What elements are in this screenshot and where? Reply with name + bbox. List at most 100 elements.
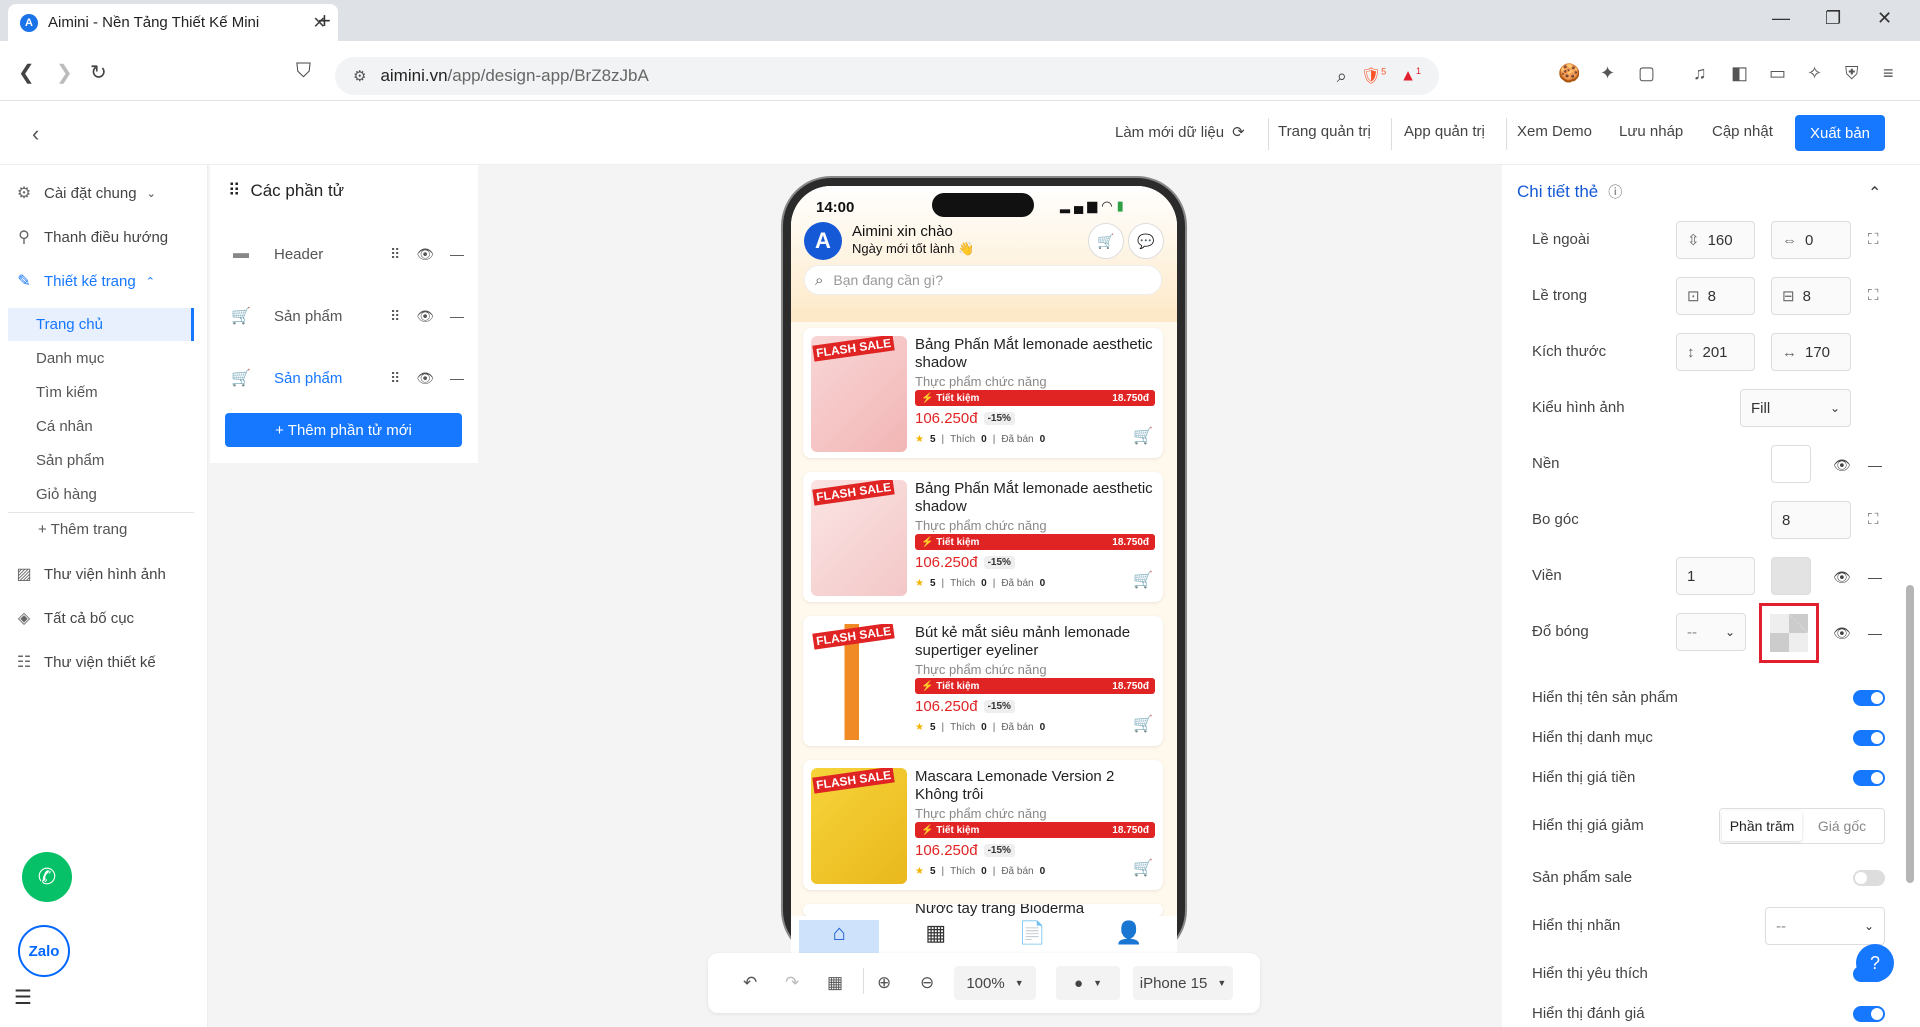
border-width-input[interactable]: 1	[1676, 557, 1755, 595]
phone-search-input[interactable]: ⌕ Bạn đang cần gì?	[804, 265, 1162, 295]
wallet-icon[interactable]: ▭	[1769, 63, 1786, 84]
width-input[interactable]: ↔ 170	[1771, 333, 1851, 371]
discount-percent-option[interactable]: Phần trăm	[1722, 811, 1802, 841]
url-bar[interactable]: ⚙ aimini.vn/app/design-app/BrZ8zJbA ⌕ 🛡5…	[335, 57, 1439, 95]
back-icon[interactable]: ❮	[18, 60, 35, 85]
eye-icon[interactable]: 👁	[1833, 625, 1851, 642]
eye-icon[interactable]: 👁	[416, 370, 434, 387]
show-product-name-toggle[interactable]	[1853, 690, 1885, 706]
expand-icon[interactable]: ⛶	[1868, 511, 1879, 528]
add-to-cart-icon[interactable]: 🛒	[1133, 426, 1153, 446]
sidebar-toggle-icon[interactable]: ◧	[1731, 63, 1748, 84]
admin-page-button[interactable]: Trang quản trị	[1278, 123, 1371, 140]
zoom-in-icon[interactable]: ⊕	[877, 973, 891, 993]
element-row-product-selected[interactable]: 🛒 Sản phẩm ⠿ 👁 —	[228, 358, 464, 398]
sidebar-page-profile[interactable]: Cá nhân	[8, 410, 194, 443]
sidebar-item-design-library[interactable]: ☷ Thư viện thiết kế	[14, 652, 156, 672]
profile-tab-icon[interactable]: 👤	[1089, 920, 1169, 954]
vpn-icon[interactable]: ⛨	[1845, 63, 1859, 84]
padding-horizontal-input[interactable]: ⊟ 8	[1771, 277, 1851, 315]
phone-call-button[interactable]: ✆	[22, 852, 72, 902]
browser-tab[interactable]: A Aimini - Nền Tảng Thiết Kế Mini ✕	[8, 4, 338, 41]
device-select[interactable]: iPhone 15 ▼	[1133, 966, 1233, 1000]
zoom-icon[interactable]: ⌕	[1337, 66, 1347, 87]
sidebar-page-cart[interactable]: Giỏ hàng	[8, 478, 194, 511]
minus-icon[interactable]: —	[450, 308, 464, 325]
padding-vertical-input[interactable]: ⊡ 8	[1676, 277, 1755, 315]
sidebar-item-all-layouts[interactable]: ◈ Tất cả bố cục	[14, 608, 134, 628]
new-tab-button[interactable]: +	[318, 8, 331, 34]
update-button[interactable]: Cập nhật	[1712, 123, 1773, 140]
eye-icon[interactable]: 👁	[1833, 569, 1851, 586]
product-card[interactable]: FLASH SALE Bút kẻ mắt siêu mảnh lemonade…	[803, 616, 1163, 746]
image-style-select[interactable]: Fill ⌄	[1740, 389, 1851, 427]
restore-icon[interactable]: ❐	[1825, 8, 1841, 29]
element-row-product[interactable]: 🛒 Sản phẩm ⠿ 👁 —	[228, 296, 464, 336]
help-button[interactable]: ?	[1856, 944, 1894, 982]
home-tab-icon[interactable]: ⌂	[799, 920, 880, 954]
eye-icon[interactable]: 👁	[416, 246, 434, 263]
panel-scrollbar[interactable]	[1906, 585, 1914, 883]
sidebar-page-home[interactable]: Trang chủ	[8, 308, 194, 341]
drag-handle-icon[interactable]: ⠿	[390, 370, 400, 387]
collapse-icon[interactable]: ⌃	[1868, 183, 1881, 203]
reload-icon[interactable]: ↻	[90, 60, 107, 85]
sidebar-page-product[interactable]: Sản phẩm	[8, 444, 194, 477]
publish-button[interactable]: Xuất bản	[1795, 115, 1885, 151]
news-tab-icon[interactable]: 📄	[992, 920, 1072, 954]
refresh-data-button[interactable]: Làm mới dữ liệu ⟳	[1115, 123, 1245, 142]
shadow-select[interactable]: -- ⌄	[1676, 613, 1746, 651]
expand-icon[interactable]: ⛶	[1868, 231, 1879, 248]
eye-icon[interactable]: 👁	[416, 308, 434, 325]
drag-handle-icon[interactable]: ⠿	[390, 308, 400, 325]
brave-shield-icon[interactable]: 🛡5	[1361, 66, 1386, 86]
height-input[interactable]: ↕ 201	[1676, 333, 1755, 371]
minimize-icon[interactable]: —	[1772, 8, 1790, 29]
product-card-partial[interactable]: Nước tẩy trang Bioderma	[803, 904, 1163, 916]
discount-original-option[interactable]: Giá gốc	[1802, 811, 1882, 841]
close-window-icon[interactable]: ✕	[1877, 8, 1892, 29]
cookie-extension-icon[interactable]: 🍪	[1558, 63, 1580, 84]
minus-icon[interactable]: —	[450, 370, 464, 387]
sidebar-item-navigation[interactable]: ⚲ Thanh điều hướng	[14, 227, 168, 247]
zoom-out-icon[interactable]: ⊖	[920, 973, 934, 993]
add-to-cart-icon[interactable]: 🛒	[1133, 858, 1153, 878]
demo-button[interactable]: Xem Demo	[1517, 123, 1592, 140]
media-icon[interactable]: ♫	[1693, 63, 1707, 84]
info-icon[interactable]: ⓘ	[1608, 182, 1622, 202]
background-color-swatch[interactable]	[1771, 445, 1811, 483]
platform-select[interactable]: ● ▼	[1056, 966, 1120, 1000]
minus-icon[interactable]: —	[450, 246, 464, 263]
product-card[interactable]: FLASH SALE Mascara Lemonade Version 2 Kh…	[803, 760, 1163, 890]
border-color-swatch[interactable]	[1771, 557, 1811, 595]
sidebar-page-category[interactable]: Danh mục	[8, 342, 194, 375]
radius-input[interactable]: 8	[1771, 501, 1851, 539]
sale-product-toggle[interactable]	[1853, 870, 1885, 886]
product-card[interactable]: FLASH SALE Bảng Phấn Mắt lemonade aesthe…	[803, 328, 1163, 458]
menu-icon[interactable]: ≡	[1883, 63, 1894, 84]
element-row-header[interactable]: ▬ Header ⠿ 👁 —	[228, 234, 464, 274]
margin-horizontal-input[interactable]: ⇔ 0	[1771, 221, 1851, 259]
sidebar-item-general-settings[interactable]: ⚙ Cài đặt chung ⌄	[14, 183, 156, 203]
expand-icon[interactable]: ⛶	[1868, 287, 1879, 304]
category-tab-icon[interactable]: ▦	[896, 920, 976, 954]
minus-icon[interactable]: —	[1868, 569, 1882, 585]
eye-icon[interactable]: 👁	[1833, 457, 1851, 474]
forward-icon[interactable]: ❯	[56, 60, 73, 85]
undo-icon[interactable]: ↶	[743, 973, 757, 993]
drag-handle-icon[interactable]: ⠿	[390, 246, 400, 263]
add-page-button[interactable]: + Thêm trang	[8, 513, 194, 546]
show-price-toggle[interactable]	[1853, 770, 1885, 786]
hamburger-menu-icon[interactable]: ☰	[14, 985, 32, 1010]
zalo-chat-button[interactable]: Zalo	[18, 925, 70, 977]
show-category-toggle[interactable]	[1853, 730, 1885, 746]
zoom-select[interactable]: 100% ▼	[954, 966, 1036, 1000]
app-back-icon[interactable]: ‹	[32, 121, 39, 147]
brave-rewards-icon[interactable]: ▲1	[1400, 66, 1421, 85]
show-review-toggle[interactable]	[1853, 1006, 1885, 1022]
site-settings-icon[interactable]: ⚙	[353, 67, 366, 85]
leo-ai-icon[interactable]: ✧	[1807, 63, 1822, 84]
minus-icon[interactable]: —	[1868, 625, 1882, 641]
add-element-button[interactable]: + Thêm phần tử mới	[225, 413, 462, 447]
grid-icon[interactable]: ▦	[827, 973, 843, 993]
